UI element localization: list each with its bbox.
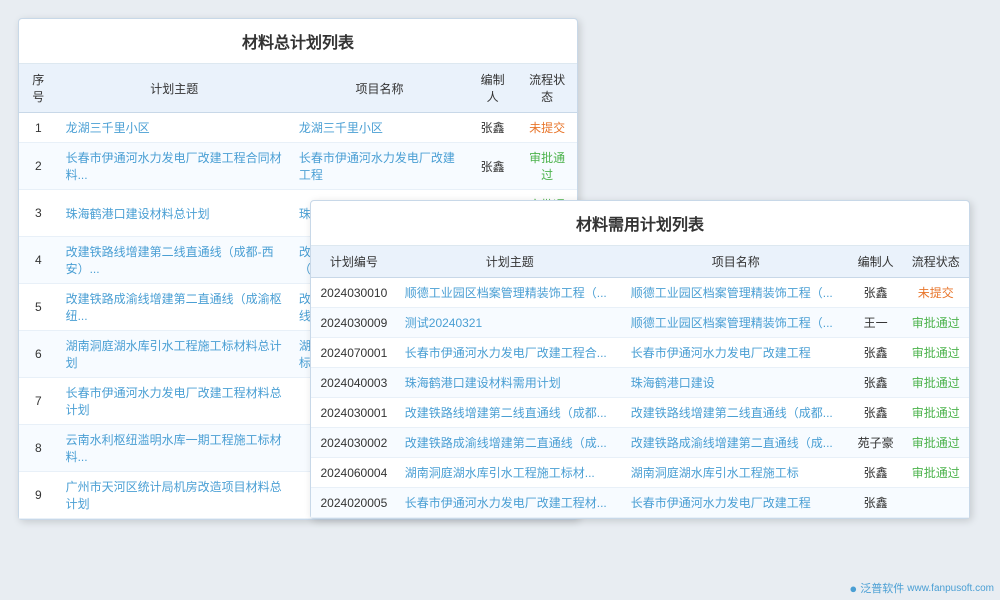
table-row[interactable]: 2 长春市伊通河水力发电厂改建工程合同材料... 长春市伊通河水力发电厂改建工程… [19, 143, 577, 190]
cell-theme[interactable]: 改建铁路成渝线增建第二直通线（成渝枢纽... [58, 284, 291, 331]
cell-status: 审批通过 [517, 143, 577, 190]
cell-project[interactable]: 改建铁路成渝线增建第二直通线（成... [623, 428, 849, 458]
cell-project[interactable]: 长春市伊通河水力发电厂改建工程 [291, 143, 468, 190]
cell-plan-id: 2024030009 [311, 308, 397, 338]
panel-material-need: 材料需用计划列表 计划编号 计划主题 项目名称 编制人 流程状态 2024030… [310, 200, 970, 519]
brand-icon: ● [849, 581, 857, 596]
col2-header-id: 计划编号 [311, 246, 397, 278]
cell-project[interactable]: 顺德工业园区档案管理精装饰工程（... [623, 278, 849, 308]
table-row[interactable]: 2024040003 珠海鹤港口建设材料需用计划 珠海鹤港口建设 张鑫 审批通过 [311, 368, 969, 398]
table-row[interactable]: 2024030001 改建铁路线增建第二线直通线（成都... 改建铁路线增建第二… [311, 398, 969, 428]
cell-theme[interactable]: 珠海鹤港口建设材料需用计划 [397, 368, 623, 398]
cell-editor: 张鑫 [849, 458, 903, 488]
cell-id: 6 [19, 331, 58, 378]
panel-secondary-title: 材料需用计划列表 [311, 201, 969, 246]
cell-theme[interactable]: 长春市伊通河水力发电厂改建工程合同材料... [58, 143, 291, 190]
cell-id: 7 [19, 378, 58, 425]
cell-editor: 张鑫 [849, 338, 903, 368]
brand-watermark: ● 泛普软件 www.fanpusoft.com [849, 580, 994, 596]
cell-status: 审批通过 [903, 398, 969, 428]
cell-plan-id: 2024030001 [311, 398, 397, 428]
cell-theme[interactable]: 改建铁路成渝线增建第二直通线（成... [397, 428, 623, 458]
cell-theme[interactable]: 湖南洞庭湖水库引水工程施工标材... [397, 458, 623, 488]
cell-editor: 王一 [849, 308, 903, 338]
table-header-row-2: 计划编号 计划主题 项目名称 编制人 流程状态 [311, 246, 969, 278]
cell-status [903, 488, 969, 518]
cell-project[interactable]: 湖南洞庭湖水库引水工程施工标 [623, 458, 849, 488]
col2-header-theme: 计划主题 [397, 246, 623, 278]
col-header-status: 流程状态 [517, 64, 577, 113]
cell-theme[interactable]: 龙湖三千里小区 [58, 113, 291, 143]
material-need-table: 计划编号 计划主题 项目名称 编制人 流程状态 2024030010 顺德工业园… [311, 246, 969, 518]
cell-theme[interactable]: 顺德工业园区档案管理精装饰工程（... [397, 278, 623, 308]
cell-theme[interactable]: 改建铁路线增建第二线直通线（成都-西安）... [58, 237, 291, 284]
cell-status: 未提交 [517, 113, 577, 143]
table-row[interactable]: 2024060004 湖南洞庭湖水库引水工程施工标材... 湖南洞庭湖水库引水工… [311, 458, 969, 488]
cell-theme[interactable]: 湖南洞庭湖水库引水工程施工标材料总计划 [58, 331, 291, 378]
col2-header-editor: 编制人 [849, 246, 903, 278]
cell-id: 9 [19, 472, 58, 519]
cell-editor: 张鑫 [849, 368, 903, 398]
col2-header-status: 流程状态 [903, 246, 969, 278]
cell-project[interactable]: 龙湖三千里小区 [291, 113, 468, 143]
table-row[interactable]: 2024030009 测试20240321 顺德工业园区档案管理精装饰工程（..… [311, 308, 969, 338]
table-row[interactable]: 2024030002 改建铁路成渝线增建第二直通线（成... 改建铁路成渝线增建… [311, 428, 969, 458]
cell-id: 5 [19, 284, 58, 331]
col2-header-project: 项目名称 [623, 246, 849, 278]
cell-theme[interactable]: 测试20240321 [397, 308, 623, 338]
cell-plan-id: 2024070001 [311, 338, 397, 368]
cell-theme[interactable]: 广州市天河区统计局机房改造项目材料总计划 [58, 472, 291, 519]
col-header-editor: 编制人 [468, 64, 517, 113]
cell-theme[interactable]: 长春市伊通河水力发电厂改建工程材... [397, 488, 623, 518]
cell-status: 审批通过 [903, 308, 969, 338]
table-row[interactable]: 2024070001 长春市伊通河水力发电厂改建工程合... 长春市伊通河水力发… [311, 338, 969, 368]
cell-theme[interactable]: 长春市伊通河水力发电厂改建工程材料总计划 [58, 378, 291, 425]
table-row[interactable]: 1 龙湖三千里小区 龙湖三千里小区 张鑫 未提交 [19, 113, 577, 143]
cell-id: 2 [19, 143, 58, 190]
cell-project[interactable]: 长春市伊通河水力发电厂改建工程 [623, 488, 849, 518]
cell-theme[interactable]: 云南水利枢纽滥明水库一期工程施工标材料... [58, 425, 291, 472]
cell-status: 审批通过 [903, 428, 969, 458]
cell-editor: 张鑫 [468, 143, 517, 190]
brand-name: 泛普软件 [860, 580, 904, 596]
brand-url: www.fanpusoft.com [907, 583, 994, 594]
cell-status: 审批通过 [903, 338, 969, 368]
table-row[interactable]: 2024020005 长春市伊通河水力发电厂改建工程材... 长春市伊通河水力发… [311, 488, 969, 518]
cell-editor: 张鑫 [468, 113, 517, 143]
table-header-row: 序号 计划主题 项目名称 编制人 流程状态 [19, 64, 577, 113]
cell-plan-id: 2024040003 [311, 368, 397, 398]
cell-theme[interactable]: 珠海鹤港口建设材料总计划 [58, 190, 291, 237]
panel-main-title: 材料总计划列表 [19, 19, 577, 64]
col-header-theme: 计划主题 [58, 64, 291, 113]
cell-status: 审批通过 [903, 368, 969, 398]
table-row[interactable]: 2024030010 顺德工业园区档案管理精装饰工程（... 顺德工业园区档案管… [311, 278, 969, 308]
cell-id: 3 [19, 190, 58, 237]
cell-status: 审批通过 [903, 458, 969, 488]
col-header-project: 项目名称 [291, 64, 468, 113]
cell-editor: 张鑫 [849, 278, 903, 308]
cell-plan-id: 2024030010 [311, 278, 397, 308]
cell-project[interactable]: 顺德工业园区档案管理精装饰工程（... [623, 308, 849, 338]
cell-project[interactable]: 改建铁路线增建第二线直通线（成都... [623, 398, 849, 428]
cell-plan-id: 2024060004 [311, 458, 397, 488]
cell-project[interactable]: 珠海鹤港口建设 [623, 368, 849, 398]
cell-theme[interactable]: 改建铁路线增建第二线直通线（成都... [397, 398, 623, 428]
cell-theme[interactable]: 长春市伊通河水力发电厂改建工程合... [397, 338, 623, 368]
cell-project[interactable]: 长春市伊通河水力发电厂改建工程 [623, 338, 849, 368]
cell-id: 4 [19, 237, 58, 284]
cell-plan-id: 2024030002 [311, 428, 397, 458]
cell-status: 未提交 [903, 278, 969, 308]
cell-editor: 张鑫 [849, 398, 903, 428]
cell-editor: 苑子豪 [849, 428, 903, 458]
cell-editor: 张鑫 [849, 488, 903, 518]
cell-plan-id: 2024020005 [311, 488, 397, 518]
cell-id: 8 [19, 425, 58, 472]
cell-id: 1 [19, 113, 58, 143]
col-header-id: 序号 [19, 64, 58, 113]
